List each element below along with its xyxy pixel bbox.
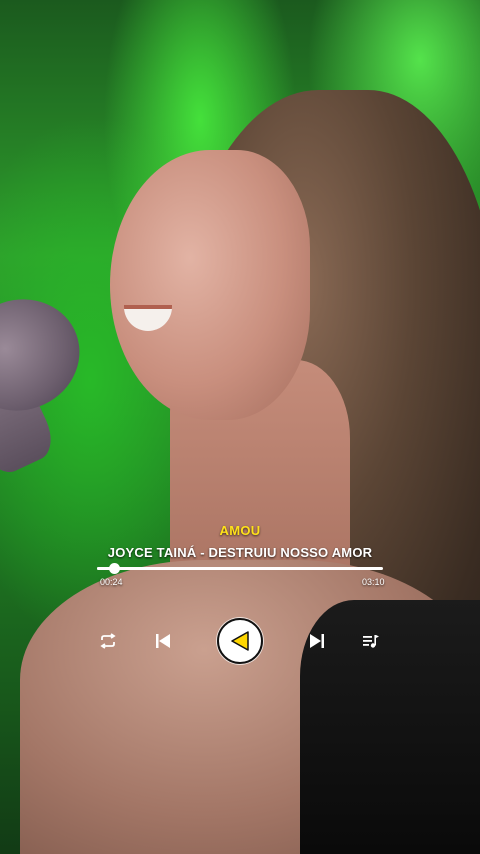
progress-thumb[interactable] — [109, 563, 121, 574]
repeat-button[interactable] — [99, 633, 117, 649]
singer-face — [110, 150, 310, 420]
microphone-icon — [0, 282, 96, 428]
music-player: AMOU JOYCE TAINÁ - DESTRUIU NOSSO AMOR 0… — [0, 515, 480, 695]
artist-and-track: JOYCE TAINÁ - DESTRUIU NOSSO AMOR — [107, 545, 373, 560]
previous-button[interactable] — [155, 633, 171, 649]
play-button[interactable] — [217, 618, 263, 664]
skip-previous-icon — [156, 634, 170, 648]
next-button[interactable] — [309, 633, 325, 649]
song-title: AMOU — [219, 523, 261, 538]
skip-next-icon — [310, 634, 324, 648]
total-duration: 03:10 — [362, 577, 385, 587]
playlist-icon — [363, 635, 379, 648]
playlist-button[interactable] — [362, 633, 380, 649]
background-video-frame — [0, 0, 480, 854]
play-icon — [231, 631, 249, 651]
progress-bar[interactable] — [97, 563, 383, 574]
repeat-icon — [100, 633, 116, 649]
elapsed-time: 00:24 — [100, 577, 123, 587]
